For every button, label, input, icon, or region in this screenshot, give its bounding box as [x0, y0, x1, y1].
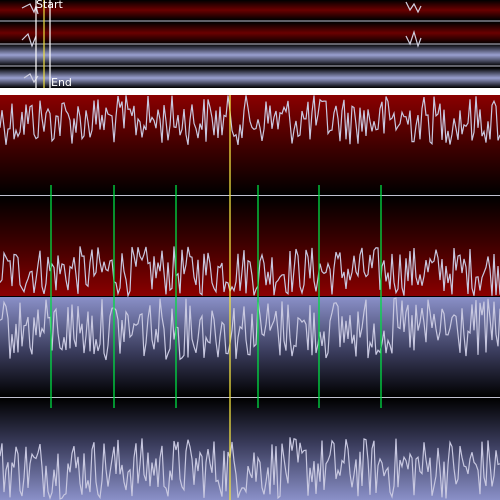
- overview-band-top: [0, 0, 500, 20]
- blue-channel: [0, 297, 500, 500]
- audio-editor[interactable]: Start End: [0, 0, 500, 500]
- red-channel: [0, 95, 500, 299]
- overview-band-red: [0, 22, 500, 44]
- overview-band-bottom: [0, 68, 500, 88]
- overview-panel[interactable]: Start End: [0, 0, 500, 89]
- end-label: End: [51, 76, 72, 89]
- overview-band-blue: [0, 44, 500, 66]
- start-label: Start: [36, 0, 64, 11]
- waveform-view[interactable]: [0, 95, 500, 500]
- panel-separator[interactable]: [0, 88, 500, 95]
- red-track-bottom: [0, 196, 500, 296]
